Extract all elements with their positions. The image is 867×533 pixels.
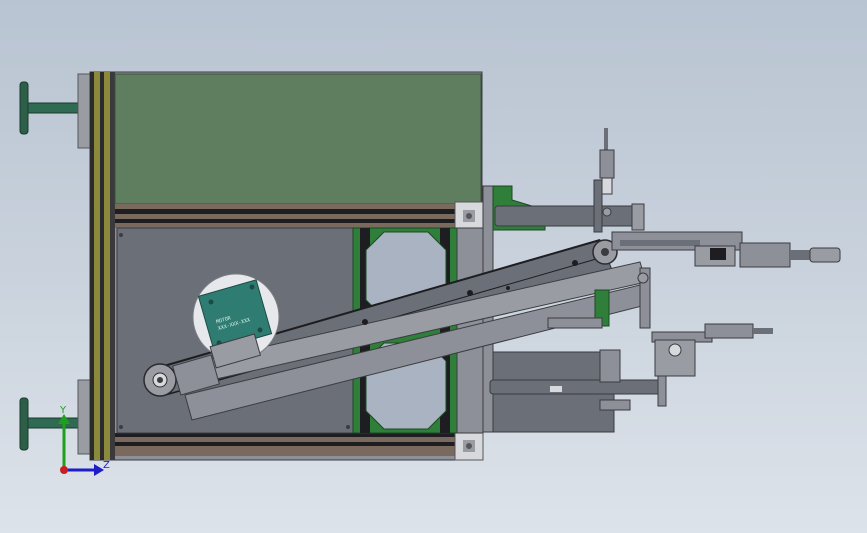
upper-green-panel[interactable]	[114, 73, 482, 205]
triad-z-label: Z	[103, 460, 110, 471]
cad-assembly-drawing[interactable]: MOTOR XXX-XXX-XXX Y Z	[0, 0, 867, 533]
corner-block-bottom[interactable]	[454, 431, 484, 461]
cad-graphics-viewport[interactable]: MOTOR XXX-XXX-XXX Y Z	[0, 0, 867, 533]
mounting-foot-top[interactable]	[19, 73, 91, 149]
upper-rail[interactable]	[115, 204, 455, 228]
x-axis-arrow-icon	[60, 466, 68, 474]
upper-horizontal-cylinder[interactable]	[611, 231, 841, 268]
lower-rail[interactable]	[115, 433, 455, 456]
corner-block-top[interactable]	[454, 201, 484, 231]
triad-y-label: Y	[59, 405, 67, 416]
mounting-foot-bottom[interactable]	[19, 379, 91, 455]
lower-horizontal-cylinder[interactable]	[599, 323, 773, 411]
